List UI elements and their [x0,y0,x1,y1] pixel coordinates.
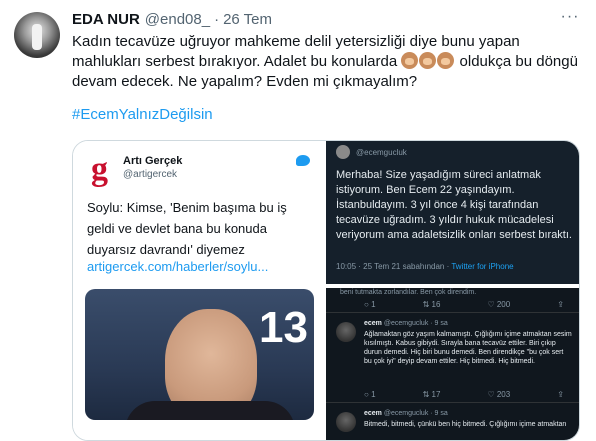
photo-number: 13 [259,303,308,352]
twitter-bird-icon [296,155,310,166]
like-icon: ♡ 200 [487,300,511,309]
person-suit [125,401,295,420]
tweet-header: EDA NUR @end08_ · 26 Tem [72,11,272,28]
reply-text: Ağlamaktan göz yaşım kalmamıştı. Çığlığı… [364,331,572,365]
reply-divider [326,312,579,313]
embedded-meta-source: Twitter for iPhone [451,262,514,271]
reply-icon: ○ 1 [364,390,376,399]
reply-icon: ○ 1 [364,300,376,309]
media-image-left[interactable]: g Artı Gerçek @artigercek Soylu: Kimse, … [73,141,324,440]
see-no-evil-monkey-icon [401,52,419,69]
reply-actions-row: ○ 1 ⇅ 16 ♡ 200 ⇪ [364,300,564,309]
reply-actions-row: ○ 1 ⇅ 17 ♡ 203 ⇪ [364,390,564,399]
hashtag-link[interactable]: #EcemYalnızDeğilsin [72,106,213,123]
share-icon: ⇪ [557,390,564,399]
author-handle[interactable]: @end08_ [145,11,210,28]
source-name: Artı Gerçek [123,155,183,167]
embedded-meta: 10:05 · 25 Tem 21 sabahından · Twitter f… [336,262,514,271]
embedded-handle: @ecemgucluk [356,148,407,157]
reply-text: Bitmedi, bitmedi, çünkü ben hiç bitmedi.… [364,421,567,428]
author-name[interactable]: EDA NUR [72,11,140,28]
tweet-text: Kadın tecavüze uğruyor mahkeme delil yet… [72,32,582,92]
embedded-tweet-text: Soylu: Kimse, 'Benim başıma bu iş geldi … [87,200,287,257]
see-no-evil-monkey-icon [437,52,455,69]
media-image-right-bottom[interactable]: beni tutmakta zorlandılar. Ben çok diren… [326,286,579,440]
embedded-link: artigercek.com/haberler/soylu... [87,259,269,274]
author-avatar[interactable] [14,12,60,58]
embedded-dark-tweet-text: Merhaba! Size yaşadığım süreci anlatmak … [336,169,572,241]
reply-header: ecem @ecemgucluk · 9 sa [364,410,448,417]
retweet-icon: ⇅ 17 [422,390,441,399]
reply-avatar [336,322,356,342]
embedded-meta-time: 10:05 · 25 Tem 21 sabahından · [336,262,452,271]
reply-fragment: beni tutmakta zorlandılar. Ben çok diren… [340,289,477,296]
share-icon: ⇪ [557,300,564,309]
media-grid[interactable]: g Artı Gerçek @artigercek Soylu: Kimse, … [72,140,580,441]
source-handle: @artigercek [123,169,178,180]
embedded-avatar [336,145,350,159]
source-logo: g [91,151,108,188]
see-no-evil-monkey-icon [419,52,437,69]
reply-divider [326,402,579,403]
embedded-photo: 13 [85,289,314,420]
media-image-right-top[interactable]: @ecemgucluk Merhaba! Size yaşadığım süre… [326,141,579,284]
reply-avatar [336,412,356,432]
tweet-date[interactable]: 26 Tem [223,11,272,28]
header-separator: · [214,11,220,28]
retweet-icon: ⇅ 16 [422,300,441,309]
reply-header: ecem @ecemgucluk · 9 sa [364,320,448,327]
more-options-icon[interactable]: ··· [558,8,582,28]
like-icon: ♡ 203 [487,390,511,399]
